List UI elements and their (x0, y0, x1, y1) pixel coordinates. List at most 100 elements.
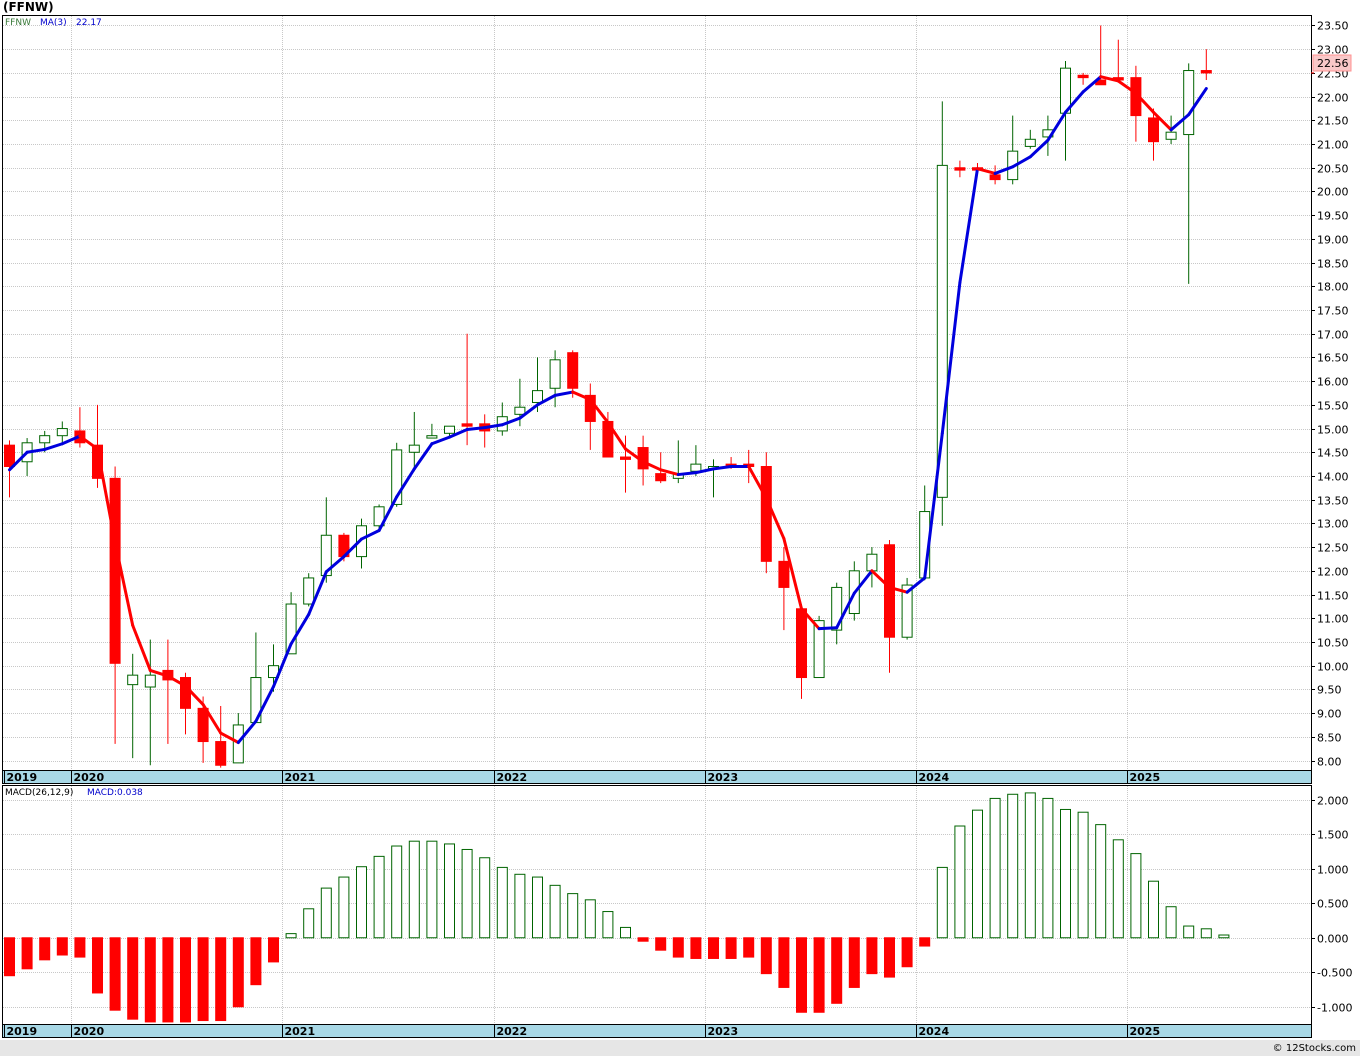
candle-body (620, 456, 631, 460)
macd-bar (74, 937, 86, 958)
macd-bar (373, 855, 385, 939)
candle-body (514, 406, 526, 415)
candle-body (655, 473, 667, 482)
macd-bar (197, 937, 209, 1022)
candle-body (127, 674, 139, 686)
stock-chart: 8.00 8.50 9.00 9.50 10.00 10.50 11.00 11.50 12.0… (0, 0, 1360, 1056)
price-x-tick-label: 2024 (919, 771, 950, 784)
price-panel: 8.00 8.50 9.00 9.50 10.00 10.50 11.00 11.50 12.0… (2, 15, 1352, 784)
price-y-tick-label: 18.50 (1317, 258, 1349, 271)
candle-body (549, 359, 561, 389)
macd-x-tick-label: 2021 (285, 1025, 316, 1038)
macd-bar (1095, 824, 1107, 939)
macd-bar (655, 937, 667, 951)
macd-bar (514, 873, 526, 939)
candle-body (144, 674, 156, 688)
price-y-tick-label: 19.50 (1317, 210, 1349, 223)
macd-bar (303, 908, 315, 939)
price-y-axis: 8.00 8.50 9.00 9.50 10.00 10.50 11.00 11.50 12.0… (1311, 20, 1349, 769)
price-y-tick-label: 14.50 (1317, 447, 1349, 460)
candle-body (796, 608, 807, 679)
macd-bar (1200, 928, 1212, 939)
price-y-tick-label: 20.50 (1317, 163, 1349, 176)
macd-bar (796, 937, 807, 1013)
macd-x-tick-label: 2019 (7, 1025, 38, 1038)
candle-body (303, 577, 315, 605)
macd-x-tick-label: 2025 (1130, 1025, 1161, 1038)
macd-date-band (2, 1024, 1312, 1038)
price-y-tick-label: 11.50 (1317, 590, 1349, 603)
macd-bar (866, 937, 878, 975)
candle-body (1165, 131, 1177, 140)
macd-bar (708, 937, 719, 959)
macd-y-tick-label: -0.500 (1317, 967, 1352, 980)
macd-bar (584, 899, 596, 939)
macd-bar (426, 840, 438, 939)
macd-bar (180, 937, 191, 1023)
macd-bar (461, 848, 473, 939)
price-x-tick-label: 2019 (7, 771, 38, 784)
macd-bar (250, 937, 262, 986)
macd-x-tick-label: 2023 (708, 1025, 739, 1038)
macd-bar (901, 937, 913, 968)
macd-bar (92, 937, 103, 994)
macd-y-tick-label: 1.000 (1317, 864, 1349, 877)
macd-bar (268, 937, 279, 963)
macd-bar (285, 933, 297, 939)
macd-bar (479, 857, 491, 939)
macd-bar (831, 937, 843, 1004)
price-y-tick-label: 16.00 (1317, 376, 1349, 389)
legend-symbol: FFNW (5, 18, 31, 28)
price-y-tick-label: 22.00 (1317, 92, 1349, 105)
price-y-tick-label: 10.50 (1317, 637, 1349, 650)
macd-bar (496, 866, 508, 939)
price-y-tick-label: 13.00 (1317, 518, 1349, 531)
macd-bar (4, 937, 15, 977)
candle-body (56, 428, 68, 437)
macd-y-tick-label: 0.000 (1317, 933, 1349, 946)
macd-bar (338, 876, 350, 939)
candle-body (989, 174, 1001, 181)
macd-y-axis: -1.000 -0.500 0.000 0.500 1.000 1.500 2.000 (1311, 795, 1352, 1015)
macd-bar (972, 809, 983, 939)
price-y-tick-label: 21.50 (1317, 115, 1349, 128)
price-y-tick-label: 9.00 (1317, 708, 1342, 721)
macd-bar (1042, 797, 1054, 939)
macd-y-tick-label: 0.500 (1317, 898, 1349, 911)
macd-bar (690, 937, 702, 959)
macd-legend-label: MACD(26,12,9) (5, 788, 73, 798)
macd-bar (21, 937, 33, 970)
macd-bar (1007, 793, 1019, 939)
macd-bar (1077, 811, 1089, 939)
price-y-tick-label: 18.00 (1317, 281, 1349, 294)
macd-bar (602, 911, 614, 939)
macd-bar (1112, 839, 1124, 939)
macd-x-tick-label: 2020 (74, 1025, 105, 1038)
macd-bar (989, 797, 1001, 939)
price-y-tick-label: 16.50 (1317, 352, 1349, 365)
candle-body (1183, 70, 1195, 136)
price-y-tick-label: 20.00 (1317, 186, 1349, 199)
price-y-tick-label: 23.50 (1317, 20, 1349, 33)
price-y-tick-label: 19.00 (1317, 234, 1349, 247)
candle-body (532, 390, 543, 403)
macd-bar (232, 937, 244, 1008)
macd-bar (954, 825, 966, 939)
candle-body (567, 352, 579, 389)
price-x-tick-label: 2025 (1130, 771, 1161, 784)
macd-bar (215, 937, 227, 1022)
price-x-tick-label: 2021 (285, 771, 316, 784)
macd-bar (1165, 906, 1177, 939)
legend-ma-label: MA(3) (40, 18, 67, 28)
price-date-band (2, 770, 1312, 784)
macd-bar (1183, 925, 1195, 939)
macd-bar (549, 884, 561, 939)
candle-body (197, 707, 209, 743)
macd-bar (760, 937, 772, 975)
price-y-tick-label: 11.00 (1317, 613, 1349, 626)
macd-bar (162, 937, 174, 1023)
candle-body (444, 425, 455, 434)
price-y-tick-label: 8.00 (1317, 756, 1342, 769)
footer-band (0, 1040, 1360, 1056)
last-price-label: 22.56 (1317, 57, 1349, 70)
